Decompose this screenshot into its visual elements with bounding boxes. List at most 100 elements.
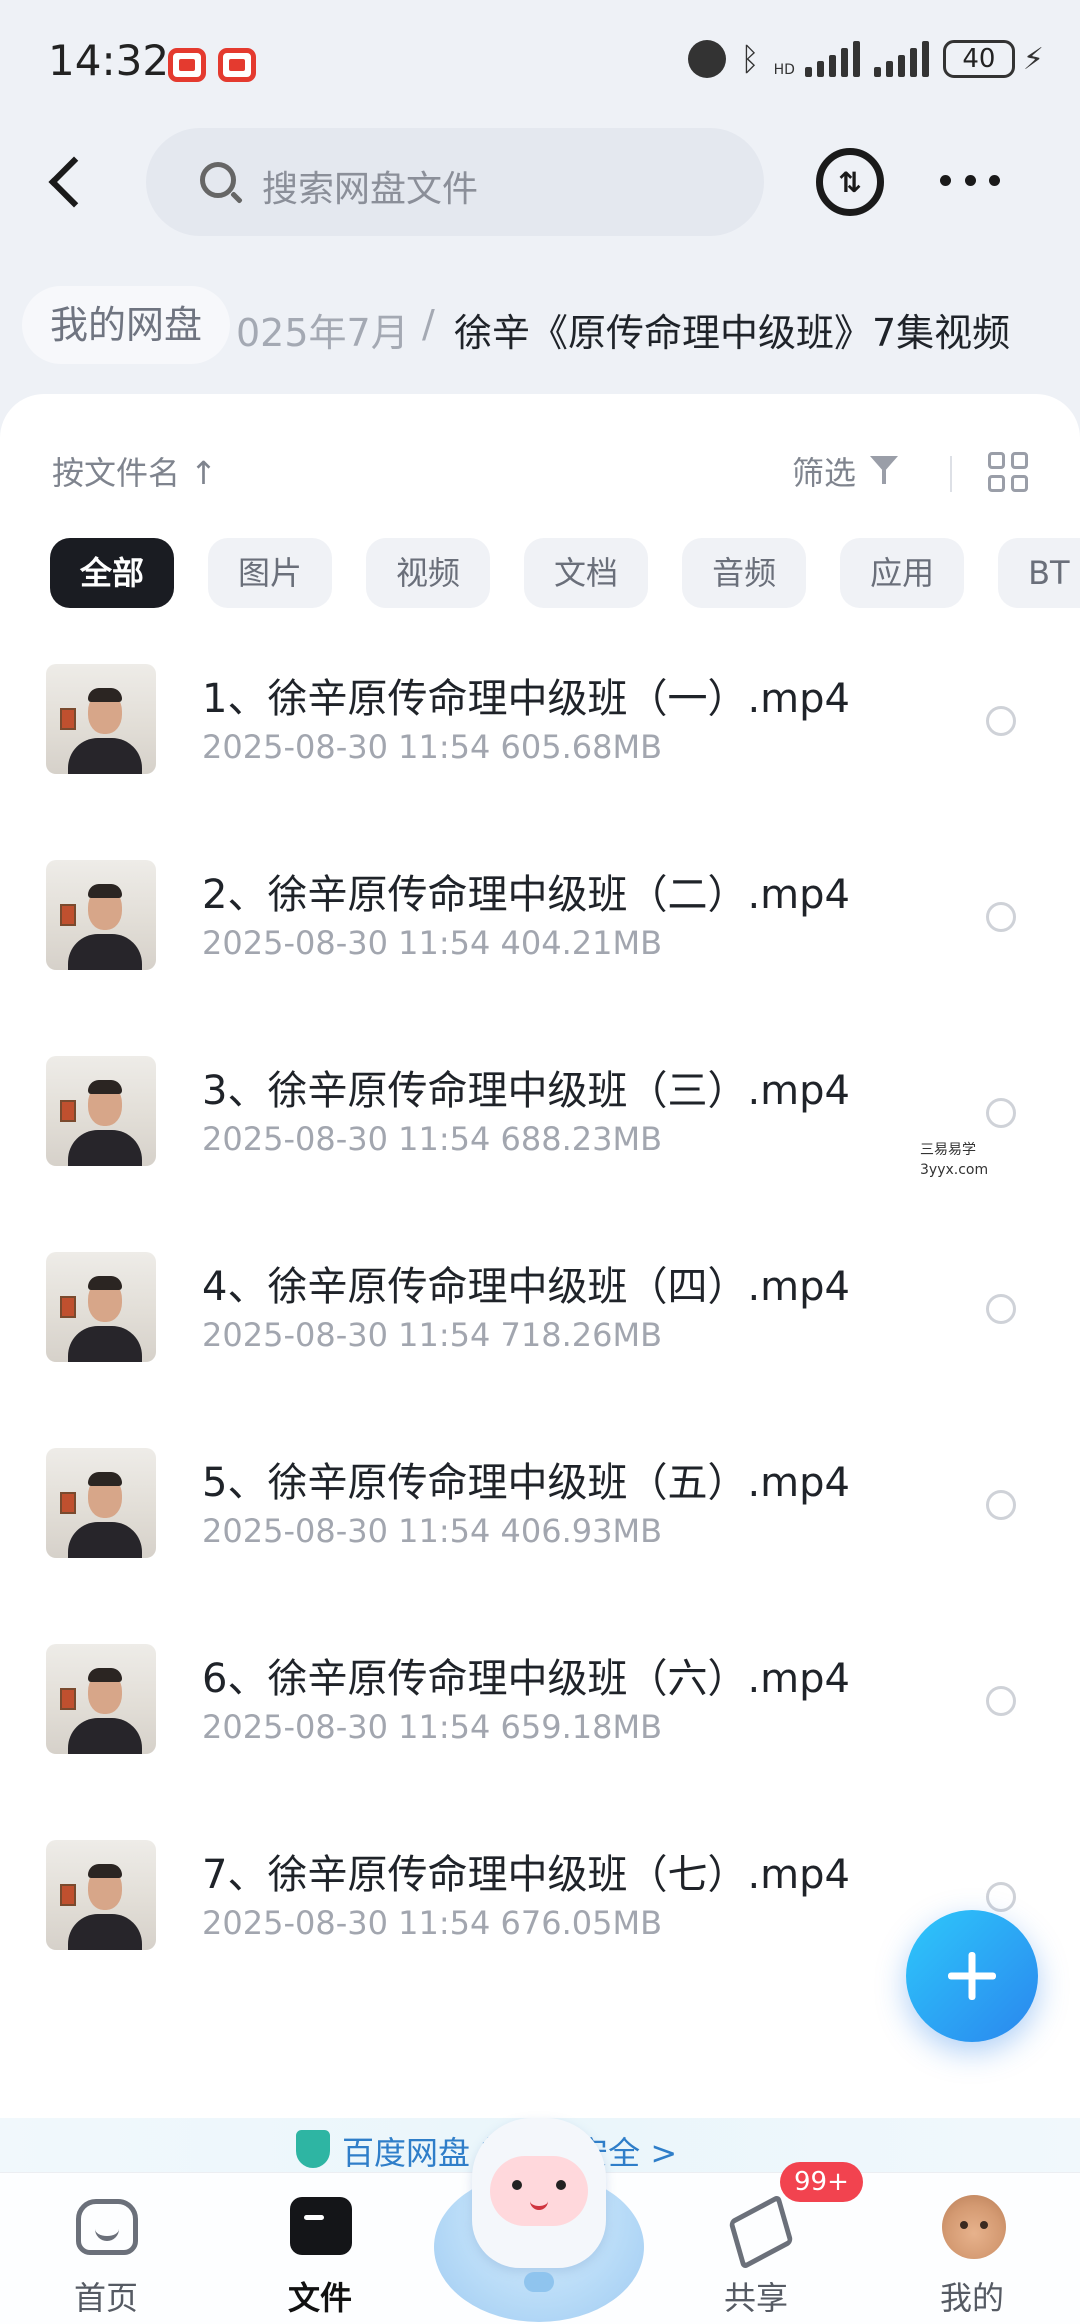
breadcrumb: 我的网盘 025年7月 / 徐辛《原传命理中级班》7集视频 — [0, 280, 1080, 370]
avatar — [942, 2195, 1006, 2259]
search-icon — [200, 162, 236, 198]
file-time: 11:54 — [398, 1512, 491, 1550]
grid-view-icon[interactable] — [988, 452, 1028, 492]
file-row[interactable]: 1、徐辛原传命理中级班（一）.mp4 2025-08-30 11:54 605.… — [0, 644, 1080, 840]
chip-videos[interactable]: 视频 — [366, 538, 491, 608]
video-thumbnail — [46, 664, 156, 774]
chip-audio[interactable]: 音频 — [682, 538, 807, 608]
back-button[interactable] — [40, 152, 100, 212]
bluetooth-icon: ᛒ — [740, 40, 760, 78]
watermark: 三易易学 3yyx.com — [920, 1140, 988, 1180]
select-checkbox[interactable] — [986, 1294, 1016, 1324]
status-indicators: ᛒ HD 40 ⚡ — [688, 40, 1044, 78]
chip-all[interactable]: 全部 — [50, 538, 175, 608]
file-name: 7、徐辛原传命理中级班（七）.mp4 — [202, 1852, 850, 1898]
file-time: 11:54 — [398, 1904, 491, 1942]
tab-share[interactable]: 共享 — [686, 2187, 826, 2317]
tab-label: 首页 — [73, 2279, 138, 2317]
toolbar-divider — [950, 456, 952, 492]
folder-icon — [290, 2197, 352, 2255]
chip-bt[interactable]: BT — [998, 538, 1080, 608]
watermark-line1: 三易易学 — [920, 1142, 976, 1158]
file-name: 5、徐辛原传命理中级班（五）.mp4 — [202, 1460, 850, 1506]
file-date: 2025-08-30 — [202, 924, 388, 962]
breadcrumb-parent[interactable]: 025年7月 — [236, 302, 409, 357]
notification-icon — [168, 48, 206, 82]
file-meta: 2025-08-30 11:54 676.05MB — [202, 1904, 662, 1942]
file-name: 2、徐辛原传命理中级班（二）.mp4 — [202, 872, 850, 918]
tab-files[interactable]: 文件 — [250, 2187, 390, 2317]
file-date: 2025-08-30 — [202, 1512, 388, 1550]
search-placeholder: 搜索网盘文件 — [262, 169, 479, 210]
file-date: 2025-08-30 — [202, 728, 388, 766]
add-button[interactable] — [906, 1910, 1038, 2042]
signal-icon — [804, 41, 860, 77]
file-time: 11:54 — [398, 1316, 491, 1354]
file-name: 3、徐辛原传命理中级班（三）.mp4 — [202, 1068, 850, 1114]
chip-images[interactable]: 图片 — [208, 538, 333, 608]
mascot-face-icon — [490, 2156, 588, 2226]
sort-button[interactable]: 按文件名 ↑ — [52, 448, 217, 494]
share-icon — [728, 2197, 788, 2257]
breadcrumb-current: 徐辛《原传命理中级班》7集视频 — [454, 311, 1011, 355]
file-meta: 2025-08-30 11:54 605.68MB — [202, 728, 662, 766]
top-bar: 搜索网盘文件 ⇅ — [0, 128, 1080, 238]
video-thumbnail — [46, 860, 156, 970]
file-date: 2025-08-30 — [202, 1316, 388, 1354]
file-list: 1、徐辛原传命理中级班（一）.mp4 2025-08-30 11:54 605.… — [0, 644, 1080, 2016]
mascot-assistant-button[interactable] — [434, 2110, 644, 2324]
file-row[interactable]: 6、徐辛原传命理中级班（六）.mp4 2025-08-30 11:54 659.… — [0, 1624, 1080, 1820]
search-input[interactable]: 搜索网盘文件 — [146, 128, 764, 236]
file-date: 2025-08-30 — [202, 1708, 388, 1746]
select-checkbox[interactable] — [986, 706, 1016, 736]
video-thumbnail — [46, 1056, 156, 1166]
file-row[interactable]: 3、徐辛原传命理中级班（三）.mp4 2025-08-30 11:54 688.… — [0, 1036, 1080, 1232]
file-time: 11:54 — [398, 728, 491, 766]
file-date: 2025-08-30 — [202, 1904, 388, 1942]
more-icon[interactable] — [940, 168, 1000, 192]
select-checkbox[interactable] — [986, 902, 1016, 932]
file-row[interactable]: 4、徐辛原传命理中级班（四）.mp4 2025-08-30 11:54 718.… — [0, 1232, 1080, 1428]
tab-label: 我的 — [939, 2279, 1004, 2317]
file-size: 659.18MB — [500, 1708, 663, 1746]
file-name: 4、徐辛原传命理中级班（四）.mp4 — [202, 1264, 850, 1310]
file-meta: 2025-08-30 11:54 659.18MB — [202, 1708, 662, 1746]
filter-icon[interactable] — [870, 456, 906, 486]
cloud-logo-icon — [524, 2272, 554, 2292]
file-name: 6、徐辛原传命理中级班（六）.mp4 — [202, 1656, 850, 1702]
file-name: 1、徐辛原传命理中级班（一）.mp4 — [202, 676, 850, 722]
file-size: 688.23MB — [500, 1120, 663, 1158]
status-time: 14:32 — [48, 36, 170, 85]
watermark-line2: 3yyx.com — [920, 1162, 989, 1178]
select-checkbox[interactable] — [986, 1686, 1016, 1716]
breadcrumb-separator: / — [422, 302, 435, 346]
file-row[interactable]: 5、徐辛原传命理中级班（五）.mp4 2025-08-30 11:54 406.… — [0, 1428, 1080, 1624]
filter-button[interactable]: 筛选 — [792, 448, 856, 494]
tab-home[interactable]: 首页 — [36, 2187, 176, 2317]
share-badge: 99+ — [780, 2162, 863, 2202]
tab-label: 共享 — [723, 2279, 788, 2317]
filter-chips: 全部 图片 视频 文档 音频 应用 BT — [50, 538, 1080, 608]
tab-me[interactable]: 我的 — [902, 2187, 1042, 2317]
transfer-list-button[interactable]: ⇅ — [816, 148, 884, 216]
file-time: 11:54 — [398, 924, 491, 962]
tab-label: 文件 — [287, 2279, 352, 2317]
file-time: 11:54 — [398, 1708, 491, 1746]
home-icon — [76, 2199, 138, 2255]
select-checkbox[interactable] — [986, 1882, 1016, 1912]
chip-documents[interactable]: 文档 — [524, 538, 649, 608]
network-type-label: HD — [773, 62, 795, 78]
file-panel: 按文件名 ↑ 筛选 全部 图片 视频 文档 音频 应用 BT 1、徐辛原传命理中级班（一）.… — [0, 394, 1080, 2164]
shield-icon — [296, 2130, 330, 2168]
signal-icon — [873, 41, 929, 77]
file-size: 718.26MB — [500, 1316, 663, 1354]
file-size: 404.21MB — [500, 924, 663, 962]
video-thumbnail — [46, 1448, 156, 1558]
file-row[interactable]: 2、徐辛原传命理中级班（二）.mp4 2025-08-30 11:54 404.… — [0, 840, 1080, 1036]
chip-apps[interactable]: 应用 — [840, 538, 965, 608]
notification-icon — [218, 48, 256, 82]
select-checkbox[interactable] — [986, 1098, 1016, 1128]
breadcrumb-root[interactable]: 我的网盘 — [22, 286, 231, 364]
select-checkbox[interactable] — [986, 1490, 1016, 1520]
file-size: 605.68MB — [500, 728, 663, 766]
